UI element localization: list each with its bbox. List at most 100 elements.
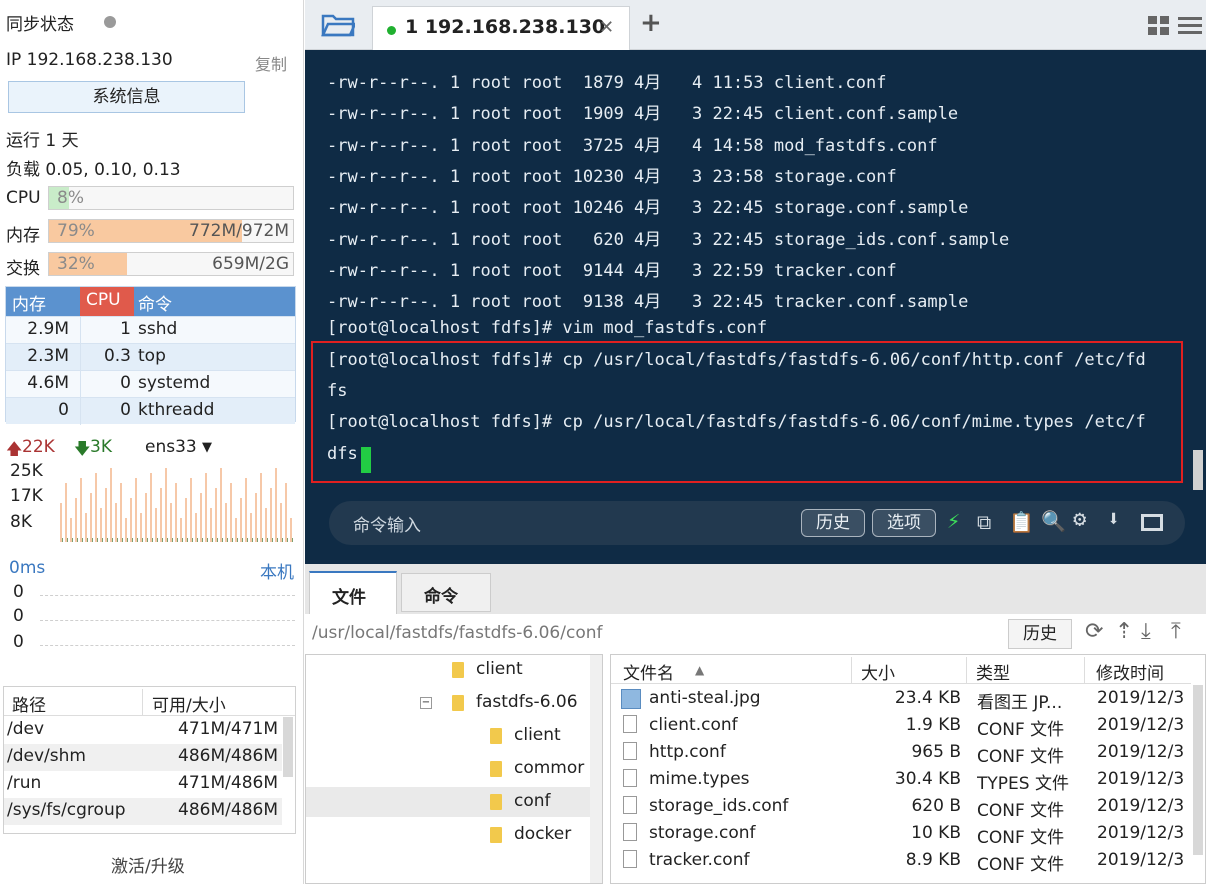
file-type: CONF 文件 — [977, 828, 1065, 848]
col-mem[interactable]: 内存 — [12, 290, 46, 315]
col-filename[interactable]: 文件名 — [623, 659, 674, 684]
process-row[interactable]: 2.9M 1 sshd — [6, 316, 295, 344]
swap-bar: 32% 659M/2G — [48, 252, 294, 276]
terminal-scrollbar[interactable] — [1193, 450, 1203, 490]
file-name: anti-steal.jpg — [649, 688, 761, 708]
grid-layout-icon[interactable] — [1148, 16, 1170, 36]
new-tab-button[interactable]: + — [640, 8, 662, 38]
mem-bar: 79% 772M/972M — [48, 219, 294, 243]
gear-icon[interactable]: ⚙ — [1073, 507, 1086, 532]
disk-row[interactable]: /run 471M/486M — [4, 771, 282, 798]
file-row[interactable]: storage_ids.conf 620 B CONF 文件 2019/12/3 — [611, 794, 1191, 821]
window-icon[interactable] — [1141, 514, 1163, 531]
sort-asc-icon: ▲ — [695, 663, 705, 677]
proc-mem: 2.9M — [27, 319, 69, 339]
col-size[interactable]: 可用/大小 — [152, 691, 226, 716]
file-icon — [623, 769, 637, 787]
tab-session[interactable]: 1 192.168.238.130 ✕ — [372, 6, 630, 50]
file-date: 2019/12/3 — [1097, 823, 1185, 843]
image-file-icon — [621, 689, 641, 709]
col-modified[interactable]: 修改时间 — [1096, 659, 1164, 684]
tab-title: 1 192.168.238.130 — [405, 16, 606, 38]
process-row[interactable]: 2.3M 0.3 top — [6, 343, 295, 371]
tab-files[interactable]: 文件 — [309, 571, 397, 614]
file-row[interactable]: http.conf 965 B CONF 文件 2019/12/3 — [611, 740, 1191, 767]
directory-tree: client − fastdfs-6.06 client commor conf… — [305, 654, 603, 884]
file-row[interactable]: tracker.conf 8.9 KB CONF 文件 2019/12/3 — [611, 848, 1191, 875]
proc-cmd: top — [138, 346, 166, 366]
terminal-line: -rw-r--r--. 1 root root 10230 4月 3 23:58… — [327, 166, 897, 187]
close-tab-icon[interactable]: ✕ — [599, 17, 614, 38]
file-name: client.conf — [649, 715, 738, 735]
system-info-button[interactable]: 系统信息 — [8, 81, 245, 113]
file-date: 2019/12/3 — [1097, 688, 1185, 708]
path-input[interactable]: /usr/local/fastdfs/fastdfs-6.06/conf — [312, 623, 602, 643]
proc-mem: 4.6M — [27, 373, 69, 393]
iface-select[interactable]: ens33 — [145, 437, 197, 457]
col-type[interactable]: 类型 — [976, 659, 1010, 684]
tree-label: fastdfs-6.06 — [476, 692, 578, 712]
collapse-icon[interactable]: − — [420, 697, 432, 709]
tab-bar: 1 192.168.238.130 ✕ + — [305, 0, 1206, 50]
refresh-icon[interactable]: ⟳ — [1085, 619, 1103, 644]
file-row[interactable]: client.conf 1.9 KB CONF 文件 2019/12/3 — [611, 713, 1191, 740]
upload-icon[interactable]: ⤒ — [1171, 619, 1181, 644]
file-type: CONF 文件 — [977, 855, 1065, 875]
file-type: CONF 文件 — [977, 720, 1065, 740]
mem-label: 内存 — [6, 226, 40, 246]
col-cpu[interactable]: CPU — [86, 290, 121, 310]
folder-icon — [452, 695, 464, 711]
lightning-icon[interactable]: ⚡ — [947, 509, 960, 534]
file-name: mime.types — [649, 769, 750, 789]
highlight-box — [311, 341, 1183, 483]
net-tick-2: 17K — [10, 486, 43, 506]
file-name: tracker.conf — [649, 850, 750, 870]
command-input[interactable]: 命令输入 — [353, 511, 421, 536]
arrow-down-icon[interactable]: ⬇ — [1107, 507, 1120, 532]
net-tick-3: 8K — [10, 512, 32, 532]
file-date: 2019/12/3 — [1097, 769, 1185, 789]
copy-button[interactable]: 复制 — [255, 51, 287, 75]
proc-cmd: sshd — [138, 319, 178, 339]
tree-label: commor — [514, 758, 585, 778]
file-row[interactable]: storage.conf 10 KB CONF 文件 2019/12/3 — [611, 821, 1191, 848]
terminal-line: -rw-r--r--. 1 root root 9144 4月 3 22:59 … — [327, 260, 897, 281]
options-button[interactable]: 选项 — [872, 509, 936, 537]
disk-size: 471M/471M — [178, 719, 278, 739]
paste-icon[interactable]: 📋 — [1009, 510, 1034, 534]
col-path[interactable]: 路径 — [12, 691, 46, 716]
disk-row[interactable]: /dev/shm 486M/486M — [4, 744, 282, 771]
activate-upgrade-link[interactable]: 激活/升级 — [111, 852, 185, 877]
path-history-button[interactable]: 历史 — [1008, 619, 1072, 649]
chevron-down-icon[interactable]: ▼ — [202, 440, 212, 455]
file-row[interactable]: anti-steal.jpg 23.4 KB 看图王 JP... 2019/12… — [611, 686, 1191, 713]
file-row[interactable]: mime.types 30.4 KB TYPES 文件 2019/12/3 — [611, 767, 1191, 794]
tab-commands[interactable]: 命令 — [401, 573, 491, 612]
ping-ms: 0ms — [9, 558, 46, 578]
copy-icon[interactable]: ⧉ — [977, 510, 991, 534]
proc-cmd: systemd — [138, 373, 211, 393]
file-list-scrollbar[interactable] — [1193, 685, 1203, 855]
disk-row[interactable]: /dev 471M/471M — [4, 717, 282, 744]
file-type: CONF 文件 — [977, 747, 1065, 767]
folder-icon — [490, 827, 502, 843]
up-dir-icon[interactable]: ⇡ — [1115, 619, 1133, 644]
folder-open-icon[interactable] — [321, 12, 355, 38]
menu-icon[interactable] — [1178, 16, 1202, 36]
folder-icon — [490, 728, 502, 744]
search-icon[interactable]: 🔍 — [1041, 509, 1066, 533]
command-input-bar[interactable]: 命令输入 历史 选项 ⚡ ⧉ 📋 🔍 ⚙ ⬇ — [329, 501, 1185, 545]
history-button[interactable]: 历史 — [801, 509, 865, 537]
terminal[interactable]: -rw-r--r--. 1 root root 1879 4月 4 11:53 … — [305, 50, 1206, 564]
terminal-line: -rw-r--r--. 1 root root 1879 4月 4 11:53 … — [327, 73, 887, 93]
process-row[interactable]: 0 0 kthreadd — [6, 397, 295, 425]
disk-row[interactable]: /sys/fs/cgroup 486M/486M — [4, 798, 282, 825]
col-cmd[interactable]: 命令 — [138, 290, 172, 315]
col-size[interactable]: 大小 — [861, 659, 895, 684]
proc-cmd: kthreadd — [138, 400, 215, 420]
file-date: 2019/12/3 — [1097, 796, 1185, 816]
process-row[interactable]: 4.6M 0 systemd — [6, 370, 295, 398]
swap-label: 交换 — [6, 259, 40, 279]
download-icon[interactable]: ⤓ — [1141, 619, 1151, 644]
tree-label: client — [476, 659, 523, 679]
